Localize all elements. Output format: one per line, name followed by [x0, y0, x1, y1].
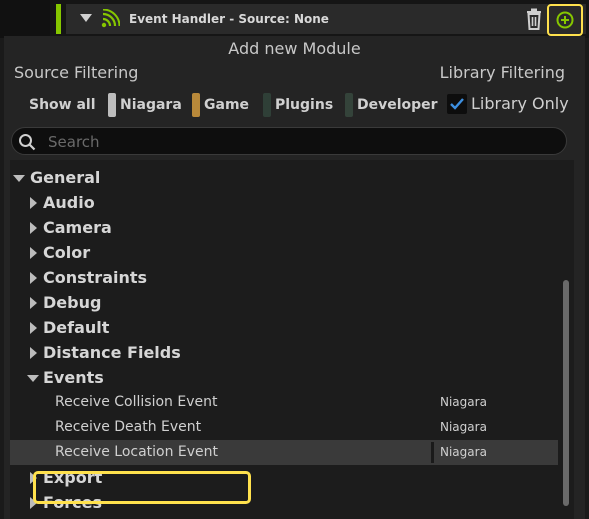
module-name: Receive Collision Event — [55, 394, 218, 410]
filter-show-all[interactable]: Show all — [29, 92, 96, 118]
tree-item-general[interactable]: General — [10, 165, 558, 190]
module-tree: General Audio Camera Color Constraints D… — [10, 160, 574, 519]
library-filtering-label: Library Filtering — [439, 63, 565, 82]
filter-label: Game — [204, 97, 250, 113]
filter-label: Show all — [29, 97, 96, 113]
search-box[interactable] — [11, 127, 567, 155]
expanded-arrow-icon[interactable] — [27, 375, 39, 382]
tree-item-label: General — [30, 168, 101, 187]
collapsed-arrow-icon[interactable] — [30, 197, 37, 209]
tree-item-audio[interactable]: Audio — [10, 190, 558, 215]
collapsed-arrow-icon[interactable] — [30, 222, 37, 234]
add-module-button[interactable] — [547, 4, 583, 36]
tree-item-label: Audio — [43, 193, 95, 212]
tree-item-label: Camera — [43, 218, 112, 237]
tree-item-events[interactable]: Events — [10, 365, 558, 390]
game-swatch — [192, 93, 200, 117]
tree-item-debug[interactable]: Debug — [10, 290, 558, 315]
checkmark-icon — [450, 98, 464, 110]
tree-item-distance-fields[interactable]: Distance Fields — [10, 340, 558, 365]
module-source: Niagara — [440, 420, 487, 434]
add-module-panel: Add new Module Source Filtering Library … — [4, 36, 585, 519]
stage-accent-bar — [56, 4, 61, 34]
left-strip — [0, 0, 50, 38]
module-name: Receive Death Event — [55, 419, 202, 435]
collapse-arrow-icon[interactable] — [80, 14, 92, 22]
plugins-swatch — [263, 93, 271, 117]
filter-label: Niagara — [120, 97, 182, 113]
module-source: Niagara — [440, 445, 487, 459]
panel-title: Add new Module — [228, 39, 361, 58]
developer-swatch — [345, 93, 353, 117]
filter-label: Developer — [357, 97, 438, 113]
tree-item-color[interactable]: Color — [10, 240, 558, 265]
module-receive-death-event[interactable]: Receive Death Event Niagara — [10, 415, 558, 440]
collapsed-arrow-icon[interactable] — [30, 322, 37, 334]
filter-label: Plugins — [275, 97, 334, 113]
tree-item-label: Color — [43, 243, 91, 262]
emitter-header: Event Handler - Source: None — [0, 0, 589, 38]
search-icon — [19, 134, 36, 151]
library-only-checkbox[interactable] — [447, 94, 467, 114]
module-receive-location-event[interactable]: Receive Location Event Niagara — [10, 440, 558, 465]
search-input[interactable] — [46, 131, 550, 153]
tree-item-camera[interactable]: Camera — [10, 215, 558, 240]
tree-item-label: Default — [43, 318, 110, 337]
trash-icon[interactable] — [524, 8, 544, 30]
event-signal-icon — [101, 9, 120, 28]
tree-item-label: Constraints — [43, 268, 148, 287]
library-only-label[interactable]: Library Only — [471, 94, 569, 113]
tree-item-default[interactable]: Default — [10, 315, 558, 340]
collapsed-arrow-icon[interactable] — [30, 272, 37, 284]
tree-item-label: Distance Fields — [43, 343, 181, 362]
module-name: Receive Location Event — [55, 444, 219, 460]
selection-highlight — [33, 471, 251, 504]
module-receive-collision-event[interactable]: Receive Collision Event Niagara — [10, 390, 558, 415]
collapsed-arrow-icon[interactable] — [30, 297, 37, 309]
collapsed-arrow-icon[interactable] — [30, 247, 37, 259]
column-separator — [431, 442, 434, 463]
tree-item-label: Debug — [43, 293, 102, 312]
expanded-arrow-icon[interactable] — [13, 175, 25, 182]
plus-circle-icon — [556, 11, 574, 29]
niagara-swatch — [108, 93, 116, 117]
collapsed-arrow-icon[interactable] — [30, 347, 37, 359]
tree-item-label: Events — [43, 368, 104, 387]
tree-scrollbar[interactable] — [563, 280, 569, 506]
event-handler-title: Event Handler - Source: None — [129, 12, 329, 26]
module-source: Niagara — [440, 395, 487, 409]
tree-item-constraints[interactable]: Constraints — [10, 265, 558, 290]
source-filtering-label: Source Filtering — [14, 63, 139, 82]
